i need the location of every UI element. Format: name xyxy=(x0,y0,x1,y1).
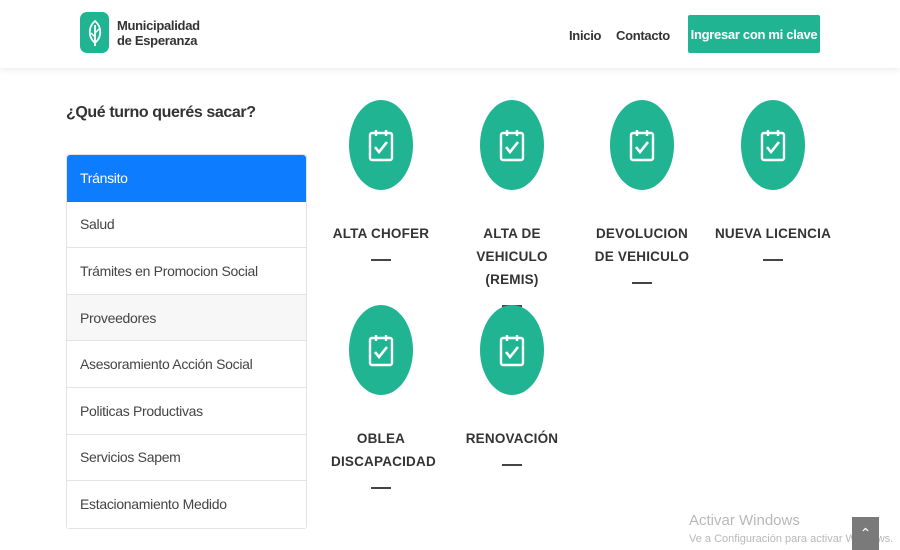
logo-line-1: Municipalidad xyxy=(117,17,200,33)
calendar-check-icon xyxy=(480,305,544,395)
card-alta-chofer[interactable]: ALTA CHOFER xyxy=(306,100,456,261)
logo-text: Municipalidad de Esperanza xyxy=(117,18,200,48)
page-question: ¿Qué turno querés sacar? xyxy=(66,104,256,121)
menu-item-servicios-sapem[interactable]: Servicios Sapem xyxy=(67,434,306,482)
card-label: NUEVA LICENCIA xyxy=(714,226,832,241)
card-nueva-licencia[interactable]: NUEVA LICENCIA xyxy=(698,100,848,261)
card-divider xyxy=(371,259,391,261)
card-divider xyxy=(763,259,783,261)
scroll-to-top-button[interactable]: ⌃ xyxy=(852,517,879,550)
calendar-check-icon xyxy=(349,305,413,395)
card-divider xyxy=(371,487,391,489)
calendar-check-icon xyxy=(480,100,544,190)
nav-contacto-link[interactable]: Contacto xyxy=(616,28,670,43)
calendar-check-icon xyxy=(610,100,674,190)
menu-item-transito[interactable]: Tránsito xyxy=(67,155,306,202)
calendar-check-icon xyxy=(349,100,413,190)
card-renovacion[interactable]: RENOVACIÓN xyxy=(437,305,587,466)
nav-inicio-link[interactable]: Inicio xyxy=(569,28,601,43)
menu-item-salud[interactable]: Salud xyxy=(67,201,306,249)
site-logo[interactable]: Municipalidad de Esperanza xyxy=(80,12,200,53)
card-divider xyxy=(632,282,652,284)
menu-item-promocion-social[interactable]: Trámites en Promocion Social xyxy=(67,248,306,295)
leaf-logo-icon xyxy=(80,12,109,53)
chevron-up-icon: ⌃ xyxy=(859,525,872,541)
card-label: RENOVACIÓN xyxy=(465,431,559,446)
card-label: OBLEA DISCAPACIDAD xyxy=(331,431,436,469)
card-label: ALTA CHOFER xyxy=(332,226,430,241)
card-label: DEVOLUCION DE VEHICULO xyxy=(594,226,690,264)
category-menu: Tránsito Salud Trámites en Promocion Soc… xyxy=(66,154,307,529)
card-label: ALTA DE VEHICULO (REMIS) xyxy=(476,226,548,287)
site-header: Municipalidad de Esperanza Inicio Contac… xyxy=(0,0,900,68)
card-oblea-discapacidad[interactable]: OBLEA DISCAPACIDAD xyxy=(306,305,456,489)
login-button[interactable]: Ingresar con mi clave xyxy=(688,15,820,53)
card-alta-vehiculo[interactable]: ALTA DE VEHICULO (REMIS) xyxy=(437,100,587,307)
logo-line-2: de Esperanza xyxy=(117,32,198,48)
menu-item-politicas-productivas[interactable]: Politicas Productivas xyxy=(67,387,306,435)
card-divider xyxy=(502,464,522,466)
menu-item-estacionamiento[interactable]: Estacionamiento Medido xyxy=(67,481,306,528)
calendar-check-icon xyxy=(741,100,805,190)
card-devolucion-vehiculo[interactable]: DEVOLUCION DE VEHICULO xyxy=(567,100,717,284)
menu-item-accion-social[interactable]: Asesoramiento Acción Social xyxy=(67,341,306,388)
menu-item-proveedores[interactable]: Proveedores xyxy=(67,294,306,342)
